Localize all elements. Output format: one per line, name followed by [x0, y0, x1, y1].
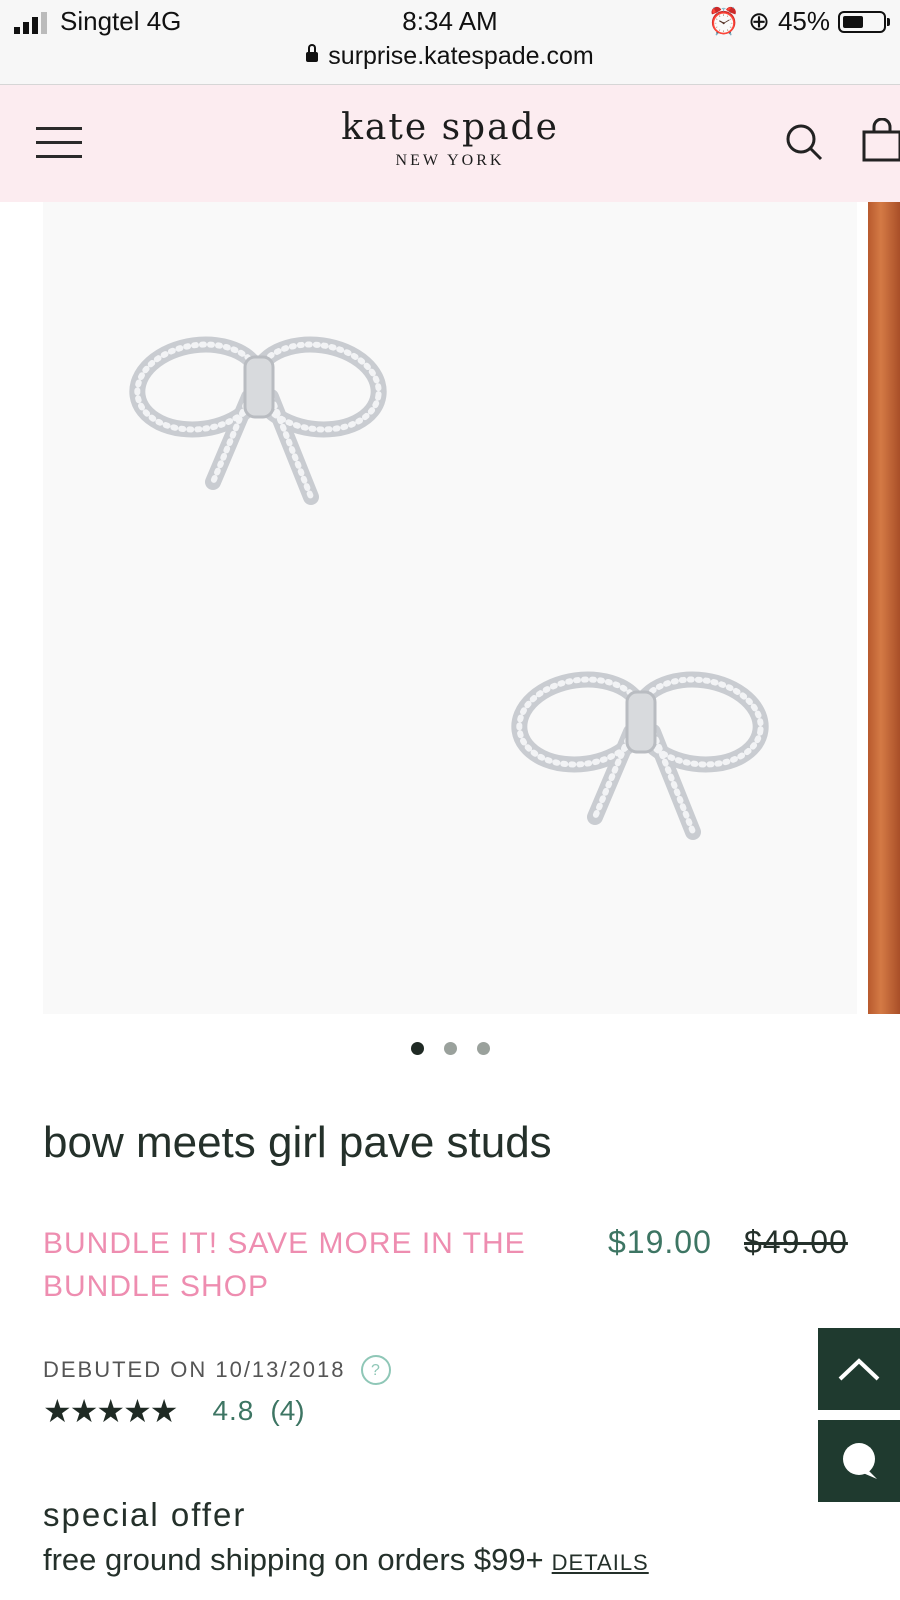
brand-subtitle: NEW YORK — [395, 152, 505, 169]
url-text: surprise.katespade.com — [328, 42, 594, 70]
details-link[interactable]: DETAILS — [552, 1550, 649, 1575]
brand-logo[interactable]: kate spade NEW YORK — [0, 107, 900, 170]
status-bar: Singtel 4G 8:34 AM ⏰ ⊕ 45% surprise.kate… — [0, 0, 900, 85]
bundle-promo-link[interactable]: BUNDLE IT! SAVE MORE IN THE BUNDLE SHOP — [43, 1222, 563, 1308]
earring-image — [129, 336, 387, 505]
review-count[interactable]: (4) — [270, 1395, 304, 1427]
battery-percent: 45% — [777, 6, 830, 36]
carousel-dot[interactable] — [476, 1042, 490, 1055]
next-image-peek[interactable] — [868, 202, 900, 1014]
carousel-dots — [0, 1042, 900, 1055]
address-bar[interactable]: surprise.katespade.com — [0, 42, 900, 71]
chat-button[interactable] — [818, 1420, 900, 1502]
rating-summary[interactable]: ★★★★★ 4.8 (4) — [43, 1392, 305, 1430]
offer-description: free ground shipping on orders $99+ — [43, 1542, 544, 1577]
star-rating-icon: ★★★★★ — [43, 1393, 178, 1429]
search-icon[interactable] — [784, 122, 824, 162]
chat-bubble-icon — [843, 1443, 877, 1479]
site-header: kate spade NEW YORK — [0, 85, 900, 202]
product-title: bow meets girl pave studs — [43, 1118, 552, 1167]
original-price: $49.00 — [744, 1224, 848, 1260]
alarm-icon: ⏰ — [707, 6, 741, 36]
product-image[interactable] — [43, 202, 857, 1014]
debut-date: DEBUTED ON 10/13/2018 ? — [43, 1355, 392, 1385]
carousel-dot[interactable] — [443, 1042, 457, 1055]
brand-name: kate spade — [341, 107, 559, 148]
lock-icon — [306, 44, 319, 62]
debut-text: DEBUTED ON 10/13/2018 — [43, 1357, 346, 1382]
status-right: ⏰ ⊕ 45% — [707, 6, 890, 37]
special-offer-heading: special offer — [43, 1496, 247, 1533]
special-offer-text: free ground shipping on orders $99+ DETAI… — [43, 1542, 649, 1578]
help-icon[interactable]: ? — [361, 1355, 392, 1385]
battery-icon — [838, 10, 890, 33]
earring-image — [511, 671, 769, 840]
rating-value: 4.8 — [212, 1395, 255, 1426]
back-to-top-button[interactable] — [818, 1328, 900, 1410]
chevron-up-icon — [838, 1358, 880, 1381]
shopping-bag-icon[interactable] — [862, 118, 900, 162]
orientation-lock-icon: ⊕ — [748, 6, 770, 36]
sale-price: $19.00 — [608, 1224, 712, 1260]
carousel-dot[interactable] — [410, 1042, 424, 1055]
